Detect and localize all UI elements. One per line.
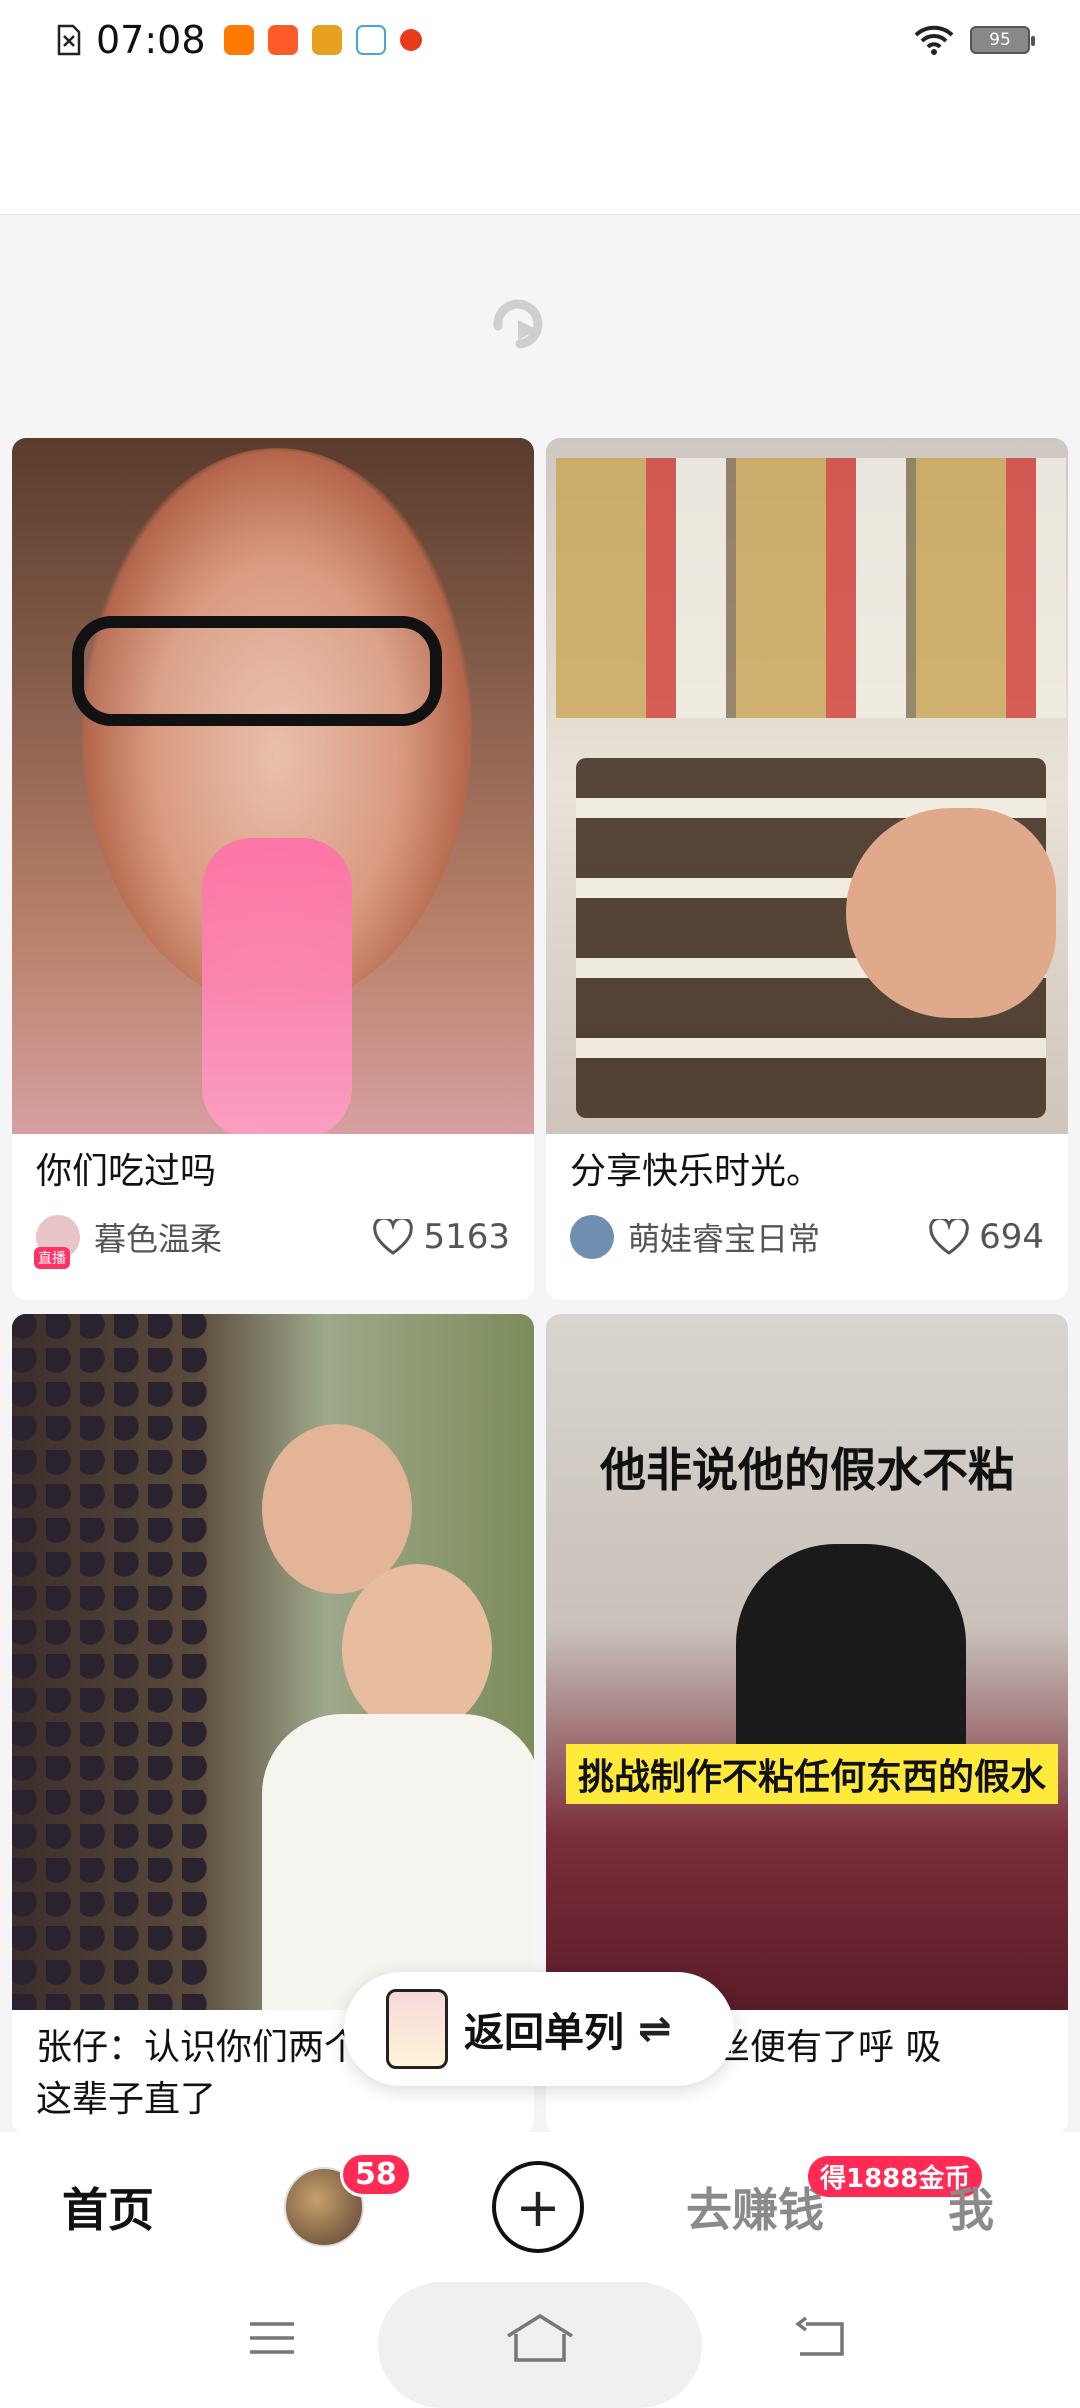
menu-icon[interactable]: [244, 2310, 300, 2366]
video-caption: 你们吃过吗: [36, 1151, 217, 1192]
video-card[interactable]: 你们吃过吗 直播 暮色温柔 5163: [12, 438, 534, 1300]
app-icon: [267, 25, 298, 55]
author-avatar[interactable]: [570, 1215, 614, 1259]
tab-friends[interactable]: 58: [284, 2132, 412, 2282]
app-icon: [223, 25, 254, 55]
video-thumbnail[interactable]: [12, 438, 534, 1134]
mini-preview-thumbnail: [386, 1989, 448, 2069]
shirt-shape: [262, 1714, 534, 2010]
bottle-shape: [202, 838, 352, 1134]
tab-home[interactable]: 首页: [62, 2132, 154, 2282]
top-header-area: [0, 80, 1080, 215]
like-count: 694: [979, 1217, 1044, 1257]
plus-icon: +: [492, 2161, 584, 2253]
like-count: 5163: [423, 1217, 510, 1257]
heart-icon: [373, 1219, 414, 1255]
tab-me[interactable]: 我: [948, 2132, 994, 2282]
glasses-shape: [72, 616, 442, 726]
video-caption: 分享快乐时光。: [570, 1151, 823, 1192]
video-thumbnail[interactable]: [12, 1314, 534, 2010]
tab-earn-label: 去赚钱: [686, 2183, 824, 2237]
app-icon: [355, 25, 386, 55]
status-bar: 07:08 95: [0, 0, 1080, 80]
video-card[interactable]: 分享快乐时光。 萌娃睿宝日常 694: [546, 438, 1068, 1300]
swap-icon: ⇌: [638, 2006, 672, 2052]
author-name[interactable]: 暮色温柔: [94, 1214, 222, 1260]
video-overlay-title: 他非说他的假水不粘: [600, 1443, 1014, 1497]
back-icon[interactable]: [790, 2310, 850, 2366]
sim-missing-icon: [57, 24, 81, 56]
return-single-column-button[interactable]: 返回单列 ⇌: [344, 1972, 734, 2086]
battery-icon: 95: [970, 26, 1035, 54]
hand-shape: [846, 808, 1056, 1018]
berries-shape: [12, 1314, 212, 2010]
video-overlay-subtitle: 挑战制作不粘任何东西的假水: [566, 1744, 1058, 1804]
app-icon: [399, 29, 422, 51]
author-name[interactable]: 萌娃睿宝日常: [628, 1214, 820, 1260]
notification-badge: 58: [340, 2152, 412, 2197]
system-nav-bar: [0, 2282, 1080, 2408]
tab-earn[interactable]: 去赚钱 得1888金币: [686, 2132, 983, 2282]
pill-label: 返回单列: [464, 2010, 624, 2056]
card-grid-shape: [556, 458, 1066, 718]
like-button[interactable]: 5163: [373, 1217, 510, 1257]
video-thumbnail[interactable]: 他非说他的假水不粘 挑战制作不粘任何东西的假水: [546, 1314, 1068, 2010]
post-button[interactable]: +: [492, 2132, 584, 2282]
author-avatar[interactable]: 直播: [34, 1215, 80, 1269]
heart-icon: [929, 1219, 969, 1255]
home-icon[interactable]: [504, 2310, 576, 2366]
clock: 07:08: [96, 18, 206, 62]
loading-icon: [493, 299, 543, 349]
bottom-tab-bar: 首页 58 + 去赚钱 得1888金币 我: [0, 2132, 1080, 2282]
like-button[interactable]: 694: [929, 1217, 1044, 1257]
video-thumbnail[interactable]: [546, 438, 1068, 1134]
wifi-icon: [914, 25, 954, 55]
live-badge: 直播: [34, 1247, 70, 1269]
thumbnail-figure: [342, 1564, 492, 1734]
app-icon: [311, 25, 342, 55]
